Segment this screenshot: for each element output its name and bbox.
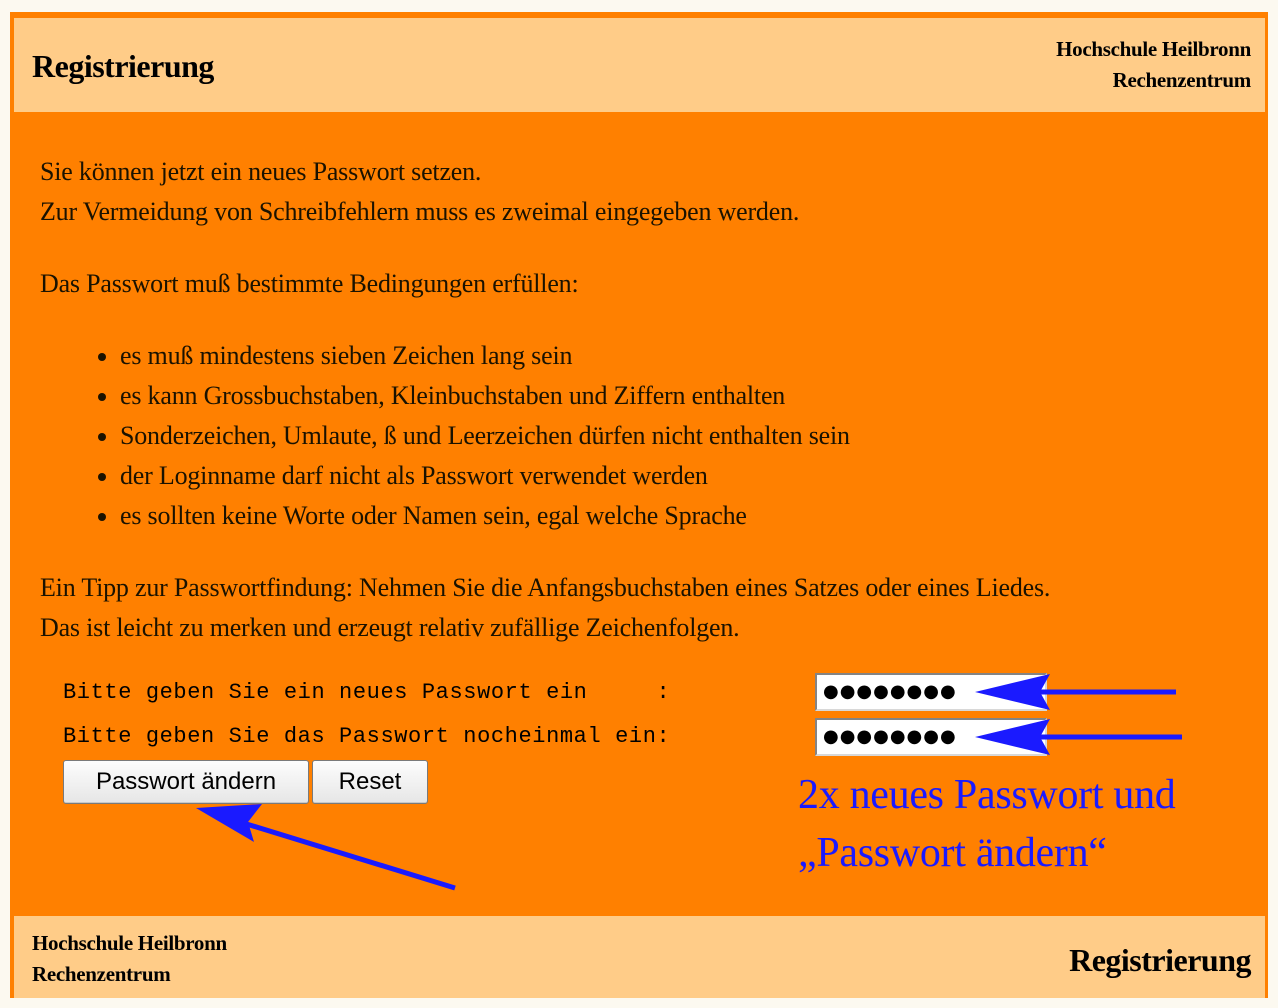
change-password-button[interactable]: Passwort ändern xyxy=(63,760,309,804)
arrow-to-change-button xyxy=(239,819,456,891)
footer-org: Hochschule Heilbronn Rechenzentrum xyxy=(32,928,227,990)
header-bar: Registrierung Hochschule Heilbronn Reche… xyxy=(14,18,1265,112)
rule-item: der Loginname darf nicht als Passwort ve… xyxy=(120,456,850,496)
new-password-label: Bitte geben Sie ein neues Passwort ein : xyxy=(63,680,671,705)
repeat-password-input[interactable]: ●●●●●●●● xyxy=(815,718,1047,756)
header-org-department: Rechenzentrum xyxy=(1112,68,1252,92)
password-rules-list: es muß mindestens sieben Zeichen lang se… xyxy=(60,336,850,536)
new-password-input[interactable]: ●●●●●●●● xyxy=(815,673,1047,711)
header-org: Hochschule Heilbronn Rechenzentrum xyxy=(1056,34,1251,96)
rule-item: es sollten keine Worte oder Namen sein, … xyxy=(120,496,850,536)
tip-line-1: Ein Tipp zur Passwortfindung: Nehmen Sie… xyxy=(40,573,1051,602)
repeat-password-label: Bitte geben Sie das Passwort nocheinmal … xyxy=(63,724,671,749)
rule-item: es kann Grossbuchstaben, Kleinbuchstaben… xyxy=(120,376,850,416)
tip-line-2: Das ist leicht zu merken und erzeugt rel… xyxy=(40,613,740,642)
registration-page: Registrierung Hochschule Heilbronn Reche… xyxy=(0,0,1278,1008)
rule-item: Sonderzeichen, Umlaute, ß und Leerzeiche… xyxy=(120,416,850,456)
reset-button[interactable]: Reset xyxy=(312,760,428,804)
intro-line-1: Sie können jetzt ein neues Passwort setz… xyxy=(40,157,482,186)
annotation-text: 2x neues Passwort und „Passwort ändern“ xyxy=(798,772,1176,876)
intro-line-2: Zur Vermeidung von Schreibfehlern muss e… xyxy=(40,197,800,226)
footer-org-department: Rechenzentrum xyxy=(32,962,171,986)
footer-org-name: Hochschule Heilbronn xyxy=(32,931,227,955)
header-org-name: Hochschule Heilbronn xyxy=(1056,37,1251,61)
arrow-to-change-button-head xyxy=(196,804,262,842)
page-title: Registrierung xyxy=(32,48,214,84)
rule-item: es muß mindestens sieben Zeichen lang se… xyxy=(120,336,850,376)
footer-title: Registrierung xyxy=(1069,942,1251,978)
conditions-heading: Das Passwort muß bestimmte Bedingungen e… xyxy=(40,269,579,298)
footer-bar: Hochschule Heilbronn Rechenzentrum Regis… xyxy=(14,916,1265,1004)
